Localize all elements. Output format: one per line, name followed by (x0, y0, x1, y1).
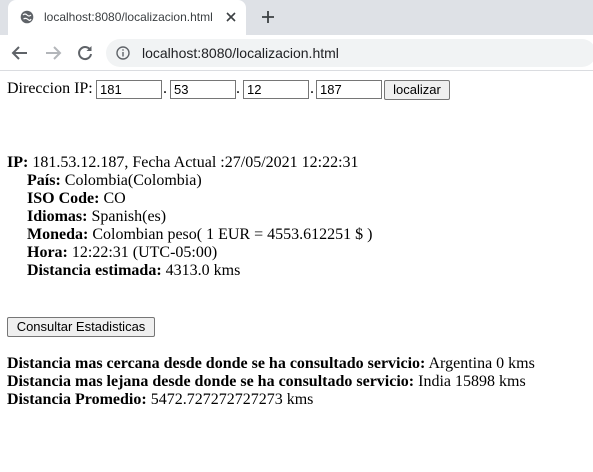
browser-tab[interactable]: localhost:8080/localizacion.html (8, 0, 246, 35)
close-icon[interactable] (225, 11, 237, 23)
reload-icon[interactable] (76, 44, 94, 62)
field-value: 12:22:31 (UTC-05:00) (67, 244, 218, 261)
field-value: CO (99, 190, 126, 207)
stat-farthest: Distancia mas lejana desde donde se ha c… (7, 373, 535, 391)
field-label: Hora: (27, 244, 68, 261)
result-field-distance: Distancia estimada: 4313.0 kms (7, 262, 372, 280)
ip-dot: . (310, 80, 314, 97)
stat-value: 5472.727272727273 kms (146, 391, 314, 408)
field-label: País: (27, 172, 61, 189)
field-label: Moneda: (27, 226, 89, 243)
field-label: Idiomas: (27, 208, 88, 225)
ip-result-label: IP: (7, 154, 29, 171)
stat-average: Distancia Promedio: 5472.727272727273 km… (7, 391, 535, 409)
tab-strip: localhost:8080/localizacion.html (0, 0, 593, 35)
ip-result-line: IP: 181.53.12.187, Fecha Actual :27/05/2… (7, 154, 372, 172)
stat-value: Argentina 0 kms (425, 355, 535, 372)
field-value: Colombian peso( 1 EUR = 4553.612251 $ ) (88, 226, 373, 243)
stat-value: India 15898 kms (414, 373, 526, 390)
result-field-time: Hora: 12:22:31 (UTC-05:00) (7, 244, 372, 262)
tab-title: localhost:8080/localizacion.html (44, 10, 213, 24)
ip-dot: . (163, 80, 167, 97)
stat-label: Distancia mas cercana desde donde se ha … (7, 355, 426, 372)
field-label: Distancia estimada: (27, 262, 162, 279)
ip-dot: . (236, 80, 240, 97)
ip-octet-3[interactable] (243, 80, 309, 99)
result-field-country: País: Colombia(Colombia) (7, 172, 372, 190)
forward-arrow-icon[interactable] (44, 44, 62, 62)
stat-label: Distancia mas lejana desde donde se ha c… (7, 373, 415, 390)
field-label: ISO Code: (27, 190, 100, 207)
field-value: 4313.0 kms (161, 262, 241, 279)
back-arrow-icon[interactable] (11, 44, 29, 62)
ip-label: Direccion IP: (7, 80, 93, 97)
localizar-button[interactable]: localizar (384, 80, 450, 100)
ip-octet-2[interactable] (170, 80, 236, 99)
consultar-estadisticas-button[interactable]: Consultar Estadisticas (7, 317, 155, 337)
url-text: localhost:8080/localizacion.html (142, 45, 339, 61)
ip-octet-4[interactable] (316, 80, 382, 99)
ip-octet-1[interactable] (96, 80, 162, 99)
address-bar[interactable]: localhost:8080/localizacion.html (106, 39, 593, 67)
new-tab-plus-icon[interactable] (261, 10, 275, 24)
statistics-result: Distancia mas cercana desde donde se ha … (7, 355, 535, 409)
location-result: IP: 181.53.12.187, Fecha Actual :27/05/2… (7, 154, 372, 280)
stat-nearest: Distancia mas cercana desde donde se ha … (7, 355, 535, 373)
result-field-iso-code: ISO Code: CO (7, 190, 372, 208)
result-field-currency: Moneda: Colombian peso( 1 EUR = 4553.612… (7, 226, 372, 244)
field-value: Colombia(Colombia) (60, 172, 202, 189)
info-icon[interactable] (116, 46, 130, 60)
stat-label: Distancia Promedio: (7, 391, 147, 408)
page-content: Direccion IP: . . . localizar IP: 181.53… (0, 72, 593, 472)
globe-icon (20, 10, 34, 24)
field-value: Spanish(es) (87, 208, 167, 225)
ip-result-value: 181.53.12.187, Fecha Actual :27/05/2021 … (28, 154, 359, 171)
result-field-languages: Idiomas: Spanish(es) (7, 208, 372, 226)
browser-toolbar: localhost:8080/localizacion.html (0, 35, 593, 71)
